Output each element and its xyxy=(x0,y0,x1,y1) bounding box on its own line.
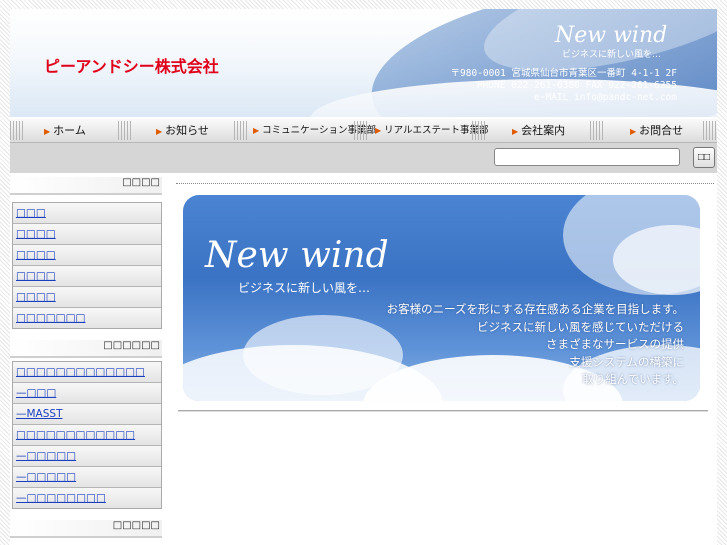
sidebar-item[interactable]: □□□□ xyxy=(13,287,161,308)
search-button[interactable]: □□ xyxy=(693,147,715,168)
sidebar-heading-2: □□□□□□ xyxy=(10,340,162,358)
banner-title: New wind xyxy=(205,235,389,276)
global-nav: ▶ ホーム ▶ お知らせ ▶ コミュニケーション事業部 ▶ リアルエステート事業部 ▶ 会… xyxy=(10,119,717,143)
sidebar-heading-2-label: □□□□□□ xyxy=(103,340,160,351)
sidebar-item[interactable]: □□□□□□□ xyxy=(13,308,161,328)
divider xyxy=(178,410,708,412)
sidebar-item[interactable]: —□□□□□□□□ xyxy=(13,488,161,508)
nav-home[interactable]: ▶ ホーム xyxy=(44,119,86,142)
sidebar-heading-1: □□□□ xyxy=(10,177,162,195)
sidebar-list-2: □□□□□□□□□□□□□ —□□□ —MASST □□□□□□□□□□□□ —… xyxy=(12,361,162,509)
sidebar-item[interactable]: □□□□ xyxy=(13,245,161,266)
sidebar-item[interactable]: □□□ xyxy=(13,203,161,224)
banner-line: お客様のニーズを形にする存在感ある企業を目指します。 xyxy=(386,302,684,316)
banner-message: お客様のニーズを形にする存在感ある企業を目指します。 ビジネスに新しい風を感じて… xyxy=(387,301,684,389)
nav-news-label: お知らせ xyxy=(165,124,209,137)
arrow-right-icon: ▶ xyxy=(44,127,51,136)
nav-news[interactable]: ▶ お知らせ xyxy=(156,119,209,142)
sidebar-item[interactable]: □□□□ xyxy=(13,266,161,287)
banner-line: 取り組んでいます。 xyxy=(582,372,684,386)
banner-line: ビジネスに新しい風を感じていただける xyxy=(477,319,684,334)
banner-subtitle: ビジネスに新しい風を… xyxy=(238,281,371,295)
header-tagline-jp: ビジネスに新しい風を… xyxy=(562,50,662,60)
nav-company[interactable]: ▶ 会社案内 xyxy=(512,119,565,142)
nav-contact-label: お問合せ xyxy=(639,124,684,137)
arrow-right-icon: ▶ xyxy=(375,126,382,135)
search-bar: □□ xyxy=(10,143,717,173)
banner-line: さまざまなサービスの提供 xyxy=(546,337,684,351)
search-input[interactable] xyxy=(494,148,680,166)
site-header: ピーアンドシー株式会社 New wind ビジネスに新しい風を… 〒980-00… xyxy=(10,9,717,117)
banner-line: 支援システムの構築に xyxy=(569,354,684,369)
arrow-right-icon: ▶ xyxy=(253,126,260,135)
sidebar-item[interactable]: □□□□□□□□□□□□ xyxy=(13,425,161,446)
nav-contact[interactable]: ▶ お問合せ xyxy=(630,119,683,142)
contact-info: 〒980-0001 宮城県仙台市青葉区一番町 4-1-1 2F PHONE 02… xyxy=(451,68,677,104)
divider xyxy=(176,183,714,184)
nav-company-label: 会社案内 xyxy=(521,124,566,137)
hero-banner: New wind ビジネスに新しい風を… お客様のニーズを形にする存在感ある企業… xyxy=(183,195,700,401)
phone-fax: PHONE 022-261-6380 FAX 022-261-6355 xyxy=(476,80,677,91)
page: ピーアンドシー株式会社 New wind ビジネスに新しい風を… 〒980-00… xyxy=(10,9,717,545)
sidebar-item[interactable]: —□□□□□ xyxy=(13,446,161,467)
sidebar-item[interactable]: □□□□□□□□□□□□□ xyxy=(13,362,161,383)
arrow-right-icon: ▶ xyxy=(156,127,163,136)
sidebar-heading-3-label: □□□□□ xyxy=(112,520,160,531)
nav-home-label: ホーム xyxy=(53,124,86,137)
arrow-right-icon: ▶ xyxy=(630,127,637,136)
sidebar-list-1: □□□ □□□□ □□□□ □□□□ □□□□ □□□□□□□ xyxy=(12,202,162,329)
sidebar-item[interactable]: —□□□ xyxy=(13,383,161,404)
sidebar-heading-3: □□□□□ xyxy=(10,520,162,538)
header-tagline-en: New wind xyxy=(555,23,668,48)
sidebar-item[interactable]: □□□□ xyxy=(13,224,161,245)
sidebar-heading-1-label: □□□□ xyxy=(122,177,160,188)
company-logo[interactable]: ピーアンドシー株式会社 xyxy=(44,53,219,77)
arrow-right-icon: ▶ xyxy=(512,127,519,136)
sidebar-item[interactable]: —MASST xyxy=(13,404,161,425)
email[interactable]: e-MAIL info@pandc-net.com xyxy=(451,92,677,104)
address: 〒980-0001 宮城県仙台市青葉区一番町 4-1-1 2F xyxy=(450,68,677,79)
sidebar-item[interactable]: —□□□□□ xyxy=(13,467,161,488)
